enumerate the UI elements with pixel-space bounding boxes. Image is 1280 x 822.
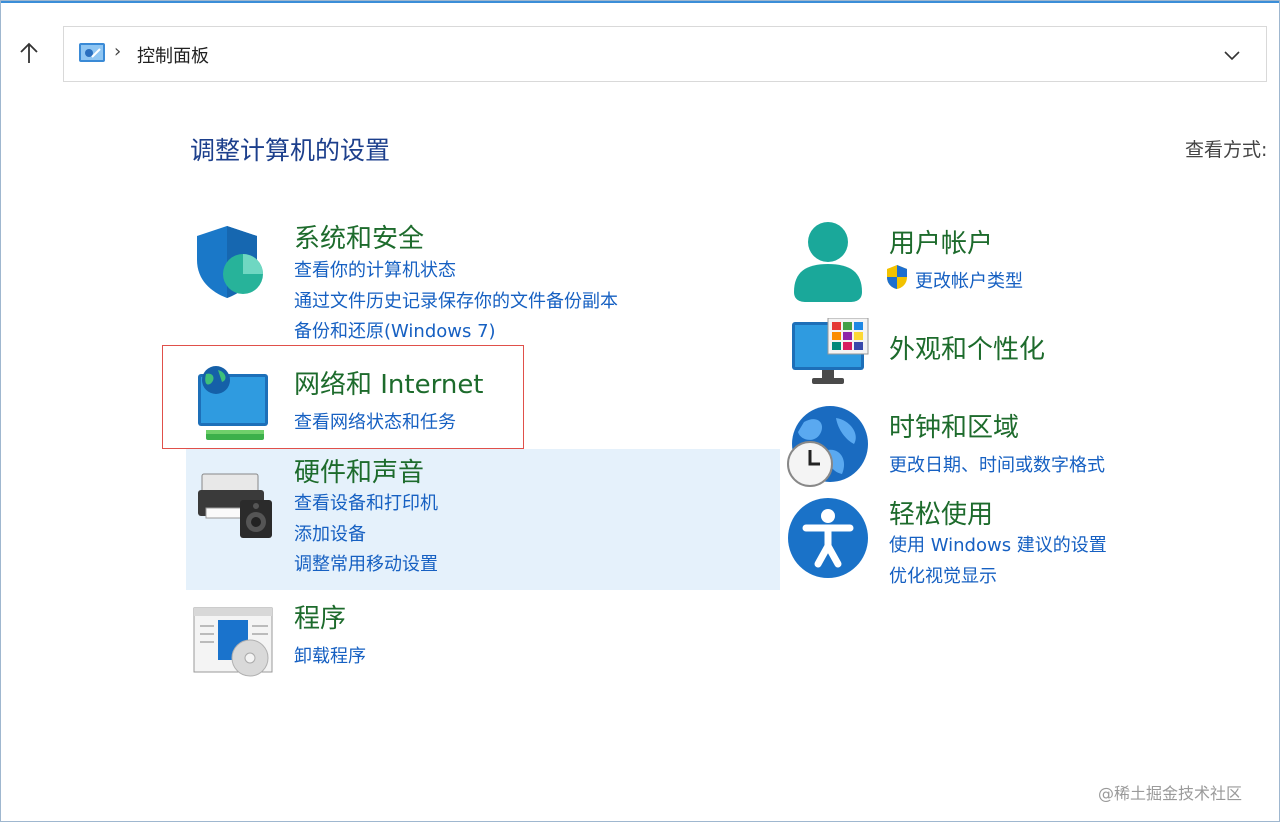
ease-of-access-title[interactable]: 轻松使用 [889, 494, 993, 531]
programs-link-1[interactable]: 卸载程序 [294, 642, 366, 668]
accessibility-icon [788, 498, 868, 578]
up-arrow-icon [20, 42, 38, 63]
printer-speaker-icon [198, 473, 272, 538]
system-security-title[interactable]: 系统和安全 [294, 218, 424, 255]
hardware-sound-link-3[interactable]: 调整常用移动设置 [294, 550, 438, 576]
user-accounts-title[interactable]: 用户帐户 [889, 223, 993, 260]
hardware-sound-title[interactable]: 硬件和声音 [294, 452, 424, 489]
programs-title[interactable]: 程序 [294, 598, 346, 635]
clock-region-link-1[interactable]: 更改日期、时间或数字格式 [889, 451, 1105, 477]
chevron-down-icon[interactable] [1220, 43, 1244, 67]
network-internet-link-1[interactable]: 查看网络状态和任务 [294, 408, 456, 434]
user-accounts-link-1[interactable]: 更改帐户类型 [915, 267, 1023, 293]
user-icon [794, 222, 862, 302]
address-bar[interactable]: › 控制面板 [63, 26, 1267, 82]
control-panel-icon [79, 43, 105, 62]
clock-region-title[interactable]: 时钟和区域 [889, 407, 1019, 444]
watermark: @稀土掘金技术社区 [1098, 784, 1243, 803]
network-globe-icon [198, 366, 268, 440]
hardware-sound-link-2[interactable]: 添加设备 [294, 520, 366, 546]
page-title: 调整计算机的设置 [190, 136, 391, 165]
uac-shield-icon [887, 265, 907, 289]
programs-disc-icon [193, 607, 273, 677]
breadcrumb-control-panel[interactable]: 控制面板 [137, 42, 209, 68]
up-arrow-button[interactable] [14, 38, 44, 68]
network-internet-title[interactable]: 网络和 Internet [294, 364, 484, 401]
system-security-link-2[interactable]: 通过文件历史记录保存你的文件备份副本 [294, 287, 618, 313]
breadcrumb-separator: › [114, 41, 122, 62]
system-security-link-1[interactable]: 查看你的计算机状态 [294, 256, 456, 282]
appearance-title[interactable]: 外观和个性化 [889, 329, 1045, 366]
hardware-sound-link-1[interactable]: 查看设备和打印机 [294, 489, 438, 515]
system-security-link-3[interactable]: 备份和还原(Windows 7) [294, 317, 496, 343]
globe-clock-icon [787, 406, 868, 487]
window-top-border [1, 1, 1279, 3]
shield-icon [197, 226, 263, 298]
view-by-label[interactable]: 查看方式: [1185, 135, 1267, 162]
ease-of-access-link-2[interactable]: 优化视觉显示 [889, 562, 997, 588]
ease-of-access-link-1[interactable]: 使用 Windows 建议的设置 [889, 531, 1107, 557]
monitor-tiles-icon [792, 318, 869, 384]
